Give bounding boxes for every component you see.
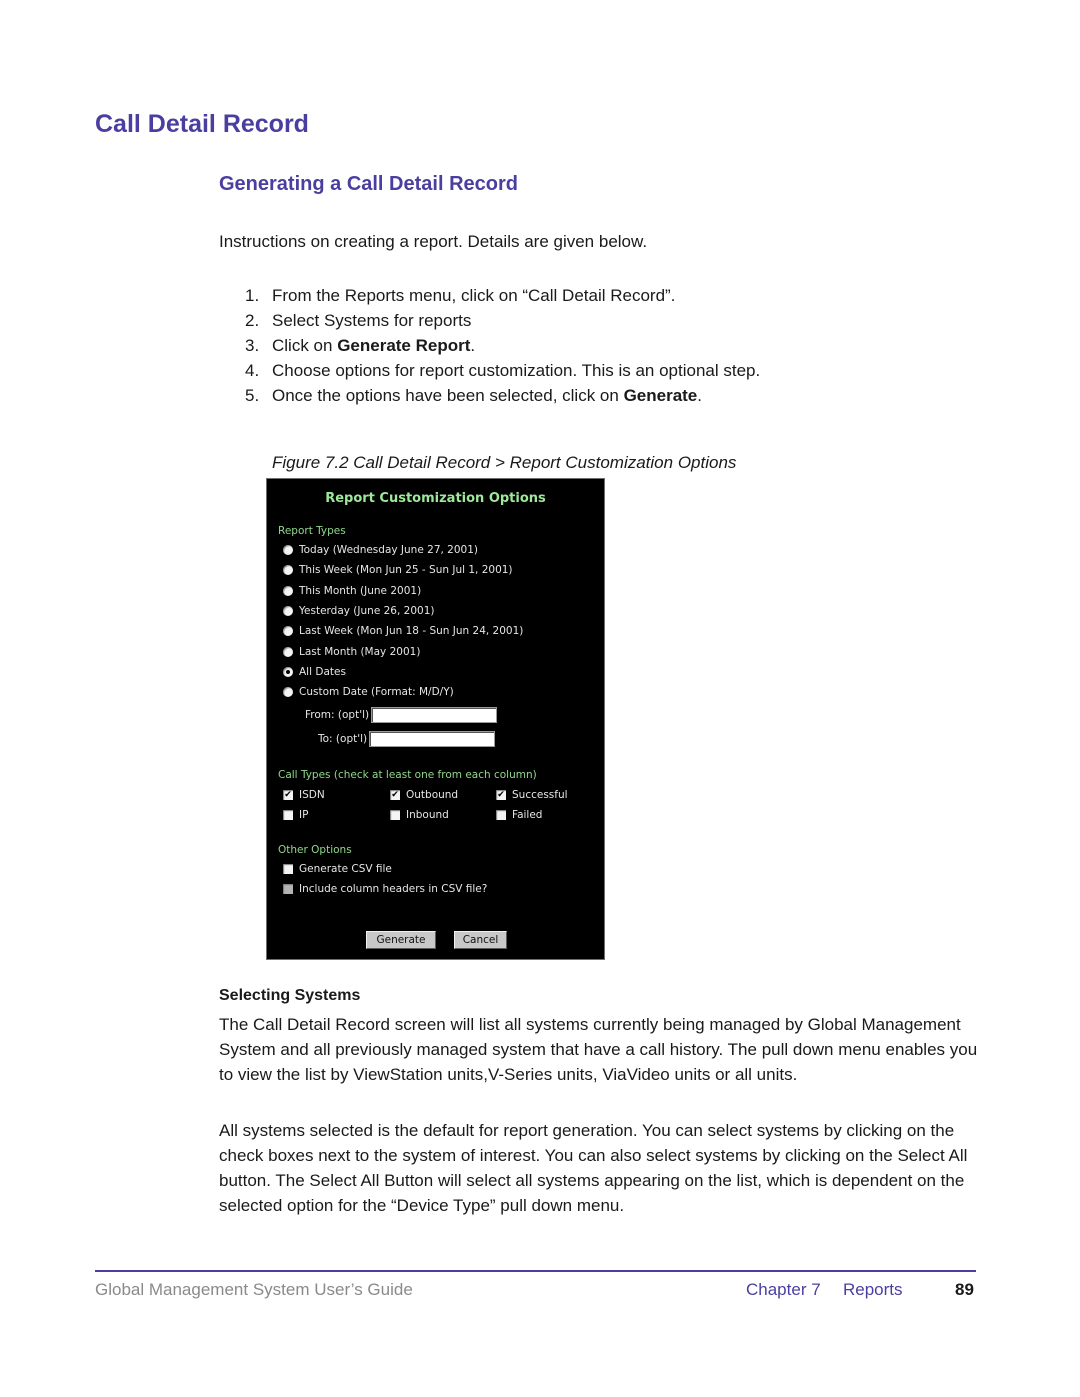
checkbox-failed[interactable]: Failed: [496, 807, 542, 823]
footer-divider: [95, 1270, 976, 1272]
report-types-label: Report Types: [278, 525, 346, 537]
from-date-row: From: (opt'l): [305, 706, 498, 724]
selecting-systems-heading: Selecting Systems: [219, 987, 361, 1004]
radio-icon[interactable]: [283, 606, 293, 616]
radio-this-week[interactable]: This Week (Mon Jun 25 - Sun Jul 1, 2001): [283, 562, 513, 578]
checkbox-successful[interactable]: ✔ Successful: [496, 787, 568, 803]
section-heading: Generating a Call Detail Record: [219, 173, 518, 195]
radio-this-month[interactable]: This Month (June 2001): [283, 583, 421, 599]
cancel-button[interactable]: Cancel: [454, 931, 507, 949]
checkbox-icon[interactable]: [496, 810, 506, 820]
generate-button[interactable]: Generate: [366, 931, 436, 949]
step-item: 1. From the Reports menu, click on “Call …: [245, 286, 676, 305]
to-date-row: To: (opt'l): [318, 730, 496, 748]
panel-title: Report Customization Options: [325, 491, 546, 506]
radio-icon[interactable]: [283, 586, 293, 596]
radio-today[interactable]: Today (Wednesday June 27, 2001): [283, 542, 478, 558]
checkbox-disabled-icon[interactable]: [283, 884, 293, 894]
to-date-input[interactable]: [369, 731, 496, 747]
steps-list: 1. From the Reports menu, click on “Call …: [219, 283, 760, 408]
paragraph: The Call Detail Record screen will list …: [219, 1015, 978, 1084]
intro-text: Instructions on creating a report. Detai…: [219, 232, 648, 251]
radio-icon[interactable]: [283, 545, 293, 555]
checkbox-checked-icon[interactable]: ✔: [283, 790, 293, 800]
footer-guide-title: Global Management System User’s Guide: [95, 1280, 413, 1299]
radio-icon[interactable]: [283, 647, 293, 657]
from-label: From: (opt'l): [305, 709, 370, 721]
footer-section: Reports: [843, 1280, 903, 1299]
checkbox-include-headers[interactable]: Include column headers in CSV file?: [283, 881, 487, 897]
checkbox-isdn[interactable]: ✔ ISDN: [283, 787, 325, 803]
radio-last-month[interactable]: Last Month (May 2001): [283, 644, 420, 660]
page-number: 89: [955, 1280, 974, 1299]
step-item: 3. Click on Generate Report.: [245, 336, 476, 355]
to-label: To: (opt'l): [318, 733, 368, 745]
checkbox-icon[interactable]: [390, 810, 400, 820]
figure-caption: Figure 7.2 Call Detail Record > Report C…: [272, 453, 737, 472]
footer-chapter: Chapter 7: [746, 1280, 821, 1299]
checkbox-checked-icon[interactable]: ✔: [496, 790, 506, 800]
radio-icon[interactable]: [283, 565, 293, 575]
radio-yesterday[interactable]: Yesterday (June 26, 2001): [283, 603, 434, 619]
step-item: 5. Once the options have been selected, c…: [245, 386, 702, 405]
other-options-label: Other Options: [278, 844, 352, 856]
step-item: 2. Select Systems for reports: [245, 311, 472, 330]
checkbox-icon[interactable]: [283, 810, 293, 820]
radio-selected-icon[interactable]: [283, 667, 293, 677]
radio-icon[interactable]: [283, 626, 293, 636]
checkbox-outbound[interactable]: ✔ Outbound: [390, 787, 458, 803]
radio-last-week[interactable]: Last Week (Mon Jun 18 - Sun Jun 24, 2001…: [283, 623, 523, 639]
report-customization-panel: Report Customization Options Report Type…: [266, 478, 605, 960]
checkbox-generate-csv[interactable]: Generate CSV file: [283, 861, 392, 877]
step-item: 4. Choose options for report customizatio…: [245, 361, 761, 380]
radio-icon[interactable]: [283, 687, 293, 697]
call-types-label: Call Types (check at least one from each…: [278, 769, 537, 781]
checkbox-inbound[interactable]: Inbound: [390, 807, 449, 823]
checkbox-checked-icon[interactable]: ✔: [390, 790, 400, 800]
checkbox-icon[interactable]: [283, 864, 293, 874]
radio-custom-date[interactable]: Custom Date (Format: M/D/Y): [283, 684, 454, 700]
paragraph: All systems selected is the default for …: [219, 1121, 968, 1215]
checkbox-ip[interactable]: IP: [283, 807, 308, 823]
radio-all-dates[interactable]: All Dates: [283, 664, 346, 680]
from-date-input[interactable]: [371, 707, 498, 723]
page-title: Call Detail Record: [95, 110, 309, 138]
